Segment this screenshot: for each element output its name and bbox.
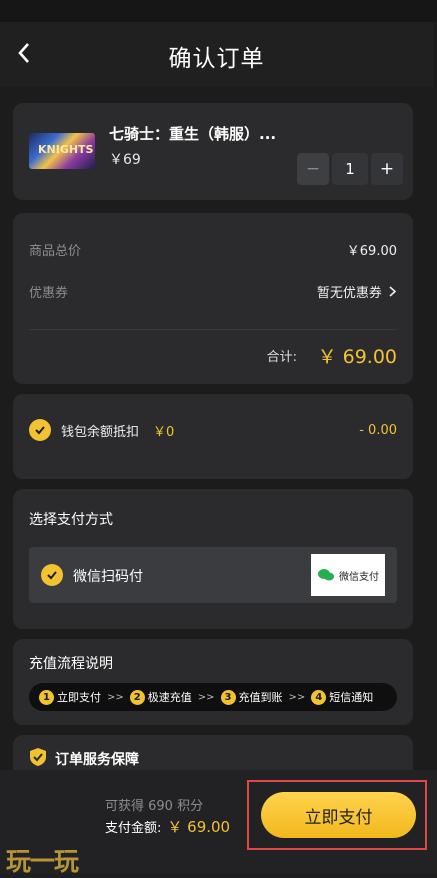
step-label: 极速充值 [147, 691, 192, 704]
step-separator: >> [288, 691, 306, 703]
status-strip [0, 0, 437, 22]
step-number: 1 [39, 689, 54, 705]
check-icon[interactable] [29, 419, 51, 441]
wallet-amount: ￥0 [153, 424, 175, 440]
quantity-value[interactable]: 1 [332, 153, 368, 185]
wechat-pay-logo: 微信支付 [311, 554, 385, 596]
step-number: 3 [220, 689, 236, 705]
shield-icon [29, 747, 47, 771]
guarantee-title: 订单服务保障 [55, 752, 139, 768]
payment-method-label: 微信扫码付 [73, 569, 143, 585]
divider [29, 329, 397, 330]
decrease-button[interactable]: − [297, 153, 329, 185]
check-icon [41, 564, 63, 586]
pay-amount-label: 支付金额: [105, 821, 162, 836]
wallet-label: 钱包余额抵扣 [61, 424, 140, 440]
step-number: 2 [129, 689, 145, 705]
subtotal-row: 商品总价 ￥69.00 [29, 240, 397, 259]
wechat-pay-text: 微信支付 [339, 571, 379, 583]
wallet-card: 钱包余额抵扣 ￥0 - 0.00 [13, 394, 413, 479]
coupon-value: 暂无优惠券 [316, 286, 382, 301]
pay-now-button[interactable]: 立即支付 [261, 792, 416, 838]
step-label: 短信通知 [329, 691, 374, 704]
wallet-deduct: - 0.00 [359, 422, 397, 438]
process-steps: 1 立即支付 >> 2 极速充值 >> 3 充值到账 >> 4 短信通知 [29, 683, 397, 711]
step-number: 4 [311, 689, 327, 705]
product-name: 七骑士：重生（韩服）... [109, 125, 277, 143]
product-card: KNIGHTS 七骑士：重生（韩服）... ￥69 − 1 + [13, 103, 413, 200]
process-title: 充值流程说明 [29, 656, 113, 672]
step-label: 立即支付 [57, 691, 101, 704]
coupon-row[interactable]: 优惠券 暂无优惠券 [29, 282, 397, 301]
product-thumbnail: KNIGHTS [29, 133, 95, 169]
price-summary-card: 商品总价 ￥69.00 优惠券 暂无优惠券 合计: ￥ 69.00 [13, 213, 413, 384]
step-separator: >> [107, 691, 124, 703]
pay-amount-value: ￥ 69.00 [167, 818, 231, 836]
subtotal-label: 商品总价 [29, 244, 82, 259]
payment-title: 选择支付方式 [29, 512, 113, 528]
total-value: ￥ 69.00 [317, 346, 397, 368]
increase-button[interactable]: + [371, 153, 403, 185]
wechat-pay-option[interactable]: 微信扫码付 微信支付 [29, 547, 397, 603]
pay-amount: 支付金额: ￥ 69.00 [105, 816, 230, 837]
wallet-row[interactable]: 钱包余额抵扣 ￥0 - 0.00 [29, 419, 397, 441]
step-separator: >> [197, 691, 215, 703]
recharge-process-card: 充值流程说明 1 立即支付 >> 2 极速充值 >> 3 充值到账 >> 4 短… [13, 639, 413, 725]
subtotal-value: ￥69.00 [346, 244, 397, 259]
points-text: 可获得 690 积分 [105, 799, 204, 814]
product-price: ￥69 [109, 152, 141, 168]
app-screen: 确认订单 KNIGHTS 七骑士：重生（韩服）... ￥69 − 1 + 商品总… [0, 0, 437, 876]
header-bar: 确认订单 [0, 22, 433, 87]
coupon-selector[interactable]: 暂无优惠券 [317, 282, 397, 301]
chevron-right-icon [389, 286, 397, 297]
coupon-label: 优惠券 [29, 286, 69, 301]
payment-method-card: 选择支付方式 微信扫码付 微信支付 [13, 489, 413, 629]
wechat-icon [318, 569, 334, 581]
step-label: 充值到账 [238, 691, 283, 704]
thumbnail-logo: KNIGHTS [38, 143, 94, 156]
quantity-stepper: − 1 + [297, 153, 403, 185]
page-title: 确认订单 [168, 46, 265, 72]
total-label: 合计: [266, 350, 297, 365]
